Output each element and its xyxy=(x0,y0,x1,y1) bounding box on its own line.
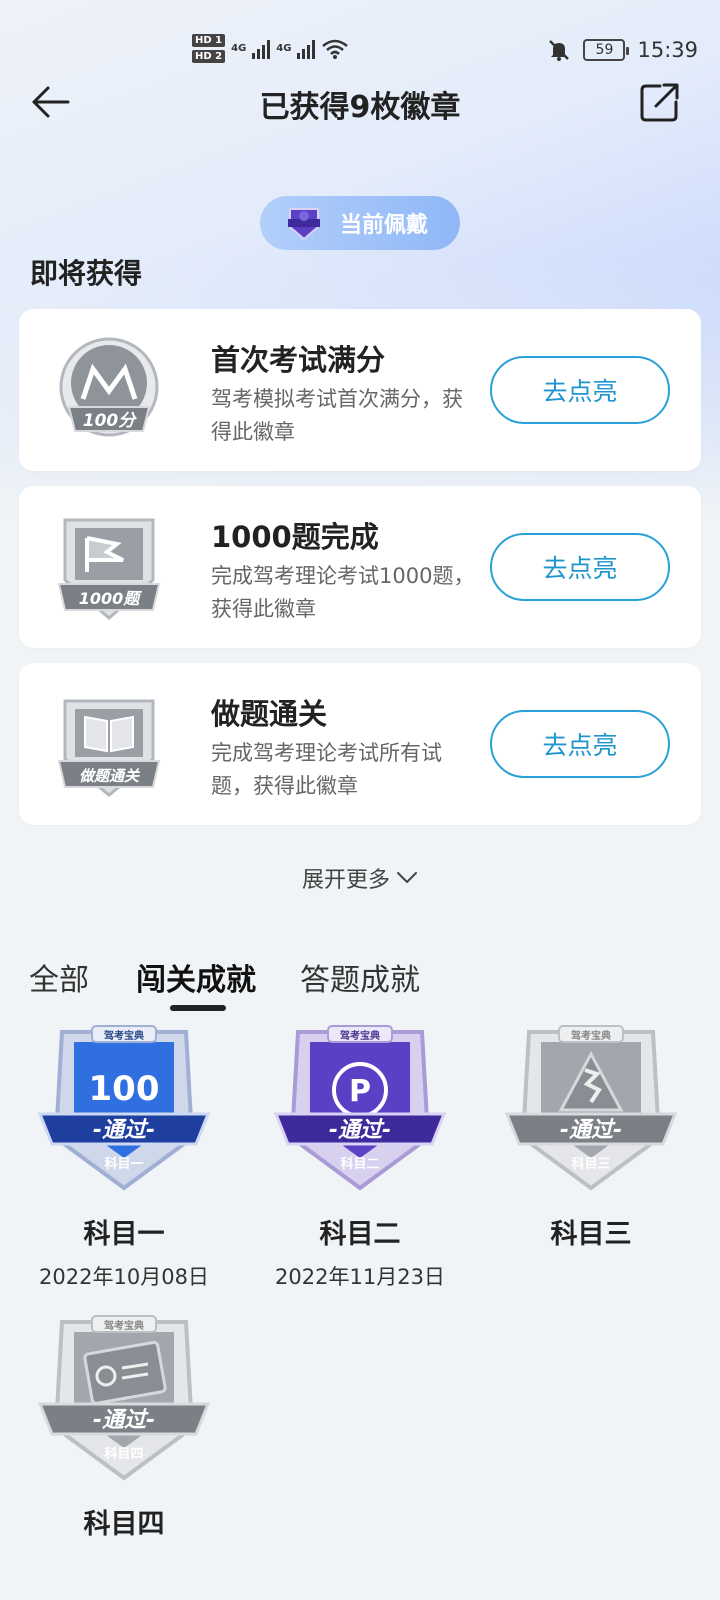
badge-name: 科目二 xyxy=(319,1219,401,1250)
badge-item-subject3[interactable]: 驾考宝典 -通过- 科目三 科目三 xyxy=(476,1018,706,1251)
subject4-badge-icon: 驾考宝典 -通过- 科目四 xyxy=(37,1315,211,1481)
badge-name: 科目三 xyxy=(550,1219,632,1250)
tab-level-achievements[interactable]: 闯关成就 xyxy=(136,955,256,999)
card-title: 首次考试满分 xyxy=(211,343,386,377)
card-badge-text: 1000题 xyxy=(79,589,143,608)
tab-answer-achievements[interactable]: 答题成就 xyxy=(300,955,420,999)
badge-item-subject2[interactable]: 驾考宝典 P -通过- 科目二 科目二 2022年11月23日 xyxy=(245,1018,475,1291)
signal-icon xyxy=(252,39,271,59)
app-header: 已获得9枚徽章 xyxy=(0,74,720,130)
subject2-badge-icon: 驾考宝典 P -通过- 科目二 xyxy=(273,1025,447,1191)
badge-item-subject1[interactable]: 驾考宝典 100 -通过- 科目一 科目一 2022年10月08日 xyxy=(9,1018,239,1291)
badge-name: 科目一 xyxy=(83,1219,165,1250)
card-badge-text: 100分 xyxy=(83,411,137,431)
1000-questions-badge-icon: 1000题 xyxy=(57,518,161,620)
badge-ribbon-text: -通过- xyxy=(93,1118,155,1143)
subject1-badge-icon: 驾考宝典 100 -通过- 科目一 xyxy=(37,1025,211,1191)
signal-icon-2 xyxy=(297,39,316,59)
active-tab-indicator xyxy=(170,1005,226,1011)
status-right: 59 15:39 xyxy=(547,38,698,62)
page-title: 已获得9枚徽章 xyxy=(259,90,461,125)
upcoming-badge-card: 做题通关 做题通关 完成驾考理论考试所有试题，获得此徽章 去点亮 xyxy=(19,663,701,825)
expand-more-button[interactable]: 展开更多 xyxy=(0,862,720,894)
badge-item-subject4[interactable]: 驾考宝典 -通过- 科目四 科目四 xyxy=(9,1308,239,1541)
battery-icon: 59 xyxy=(583,39,630,61)
net1-label: 4G xyxy=(231,43,247,54)
card-title: 1000题完成 xyxy=(211,520,379,554)
status-bar: HD 1 HD 2 4G 4G 59 15:39 xyxy=(0,30,720,74)
current-badge-icon xyxy=(288,208,320,241)
net2-label: 4G xyxy=(276,43,292,54)
light-up-button[interactable]: 去点亮 xyxy=(490,533,670,601)
badge-date: 2022年11月23日 xyxy=(275,1265,445,1289)
card-description: 完成驾考理论考试1000题，获得此徽章 xyxy=(211,564,475,621)
bell-off-icon xyxy=(549,40,570,61)
tab-all[interactable]: 全部 xyxy=(29,955,89,999)
card-description: 驾考模拟考试首次满分，获得此徽章 xyxy=(211,387,463,444)
badge-name: 科目四 xyxy=(83,1509,165,1540)
card-title: 做题通关 xyxy=(211,697,328,731)
network-indicators: HD 1 HD 2 4G 4G xyxy=(192,34,349,63)
full-score-badge-icon: 100分 xyxy=(59,337,159,437)
badge-brand: 驾考宝典 xyxy=(103,1029,144,1042)
badge-date: 2022年10月08日 xyxy=(39,1265,209,1289)
badge-ribbon-text: -通过- xyxy=(93,1408,155,1433)
badge-sub-text: 科目一 xyxy=(104,1156,143,1172)
card-badge-text: 做题通关 xyxy=(79,767,140,785)
light-up-button[interactable]: 去点亮 xyxy=(490,710,670,778)
badge-brand: 驾考宝典 xyxy=(339,1029,380,1042)
expand-more-label: 展开更多 xyxy=(301,868,390,893)
wifi-icon xyxy=(322,39,349,59)
badge-sub-text: 科目三 xyxy=(571,1156,610,1172)
share-icon[interactable] xyxy=(638,80,682,124)
current-wearing-label: 当前佩戴 xyxy=(340,213,429,238)
badge-top-text: P xyxy=(349,1074,371,1109)
upcoming-badge-card: 1000题 1000题完成 完成驾考理论考试1000题，获得此徽章 去点亮 xyxy=(19,486,701,648)
badge-sub-text: 科目二 xyxy=(340,1156,379,1172)
clock: 15:39 xyxy=(637,38,698,62)
card-description: 完成驾考理论考试所有试题，获得此徽章 xyxy=(211,741,442,798)
upcoming-badge-card: 100分 首次考试满分 驾考模拟考试首次满分，获得此徽章 去点亮 xyxy=(19,309,701,471)
current-wearing-button[interactable]: 当前佩戴 xyxy=(260,196,460,250)
badge-brand: 驾考宝典 xyxy=(103,1319,144,1332)
hd1-label: HD 1 xyxy=(192,34,226,47)
all-passed-badge-icon: 做题通关 xyxy=(57,699,161,797)
chevron-down-icon xyxy=(397,872,417,883)
badge-ribbon-text: -通过- xyxy=(560,1118,622,1143)
light-up-button[interactable]: 去点亮 xyxy=(490,356,670,424)
upcoming-section-title: 即将获得 xyxy=(30,257,143,290)
badge-brand: 驾考宝典 xyxy=(570,1029,611,1042)
hd2-label: HD 2 xyxy=(192,50,226,63)
badge-top-text: 100 xyxy=(89,1069,160,1109)
badge-ribbon-text: -通过- xyxy=(329,1118,391,1143)
subject3-badge-icon: 驾考宝典 -通过- 科目三 xyxy=(504,1025,678,1191)
badge-category-tabs: 全部 闯关成就 答题成就 xyxy=(0,955,720,1015)
hd-indicators: HD 1 HD 2 xyxy=(192,34,226,63)
badge-sub-text: 科目四 xyxy=(104,1446,143,1462)
